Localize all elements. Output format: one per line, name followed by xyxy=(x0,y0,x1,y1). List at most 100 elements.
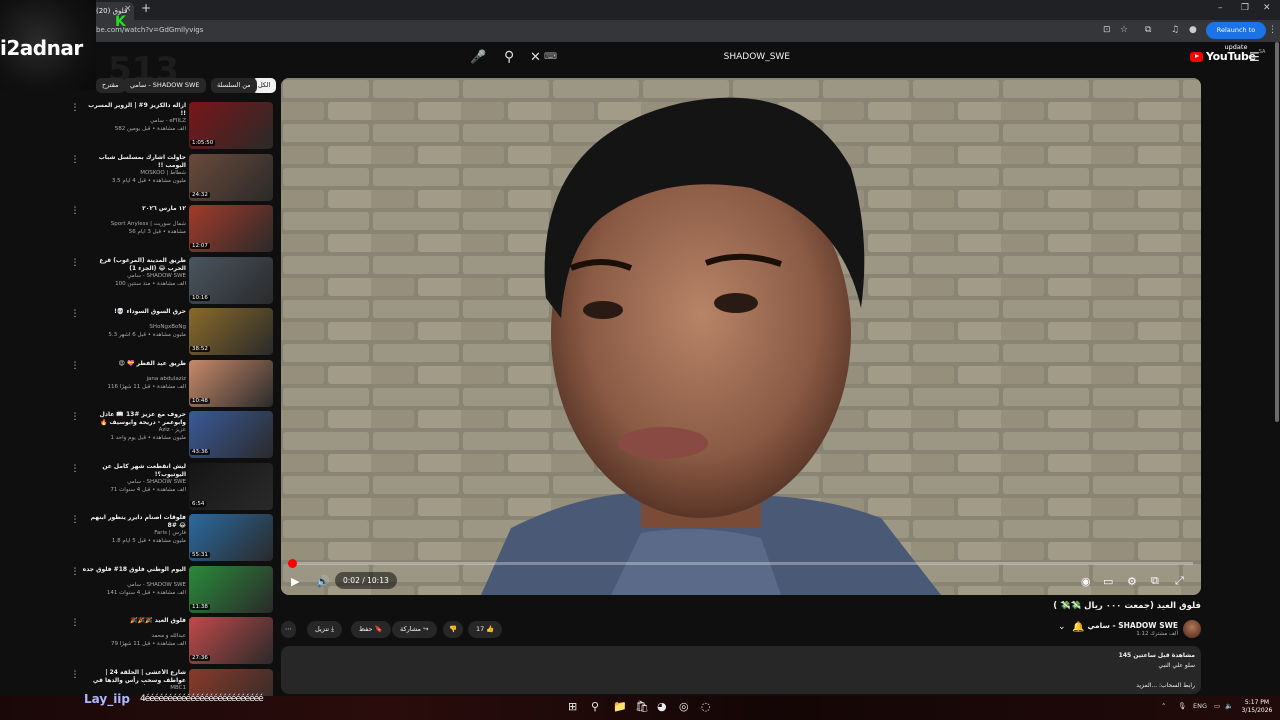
recommendation-item[interactable]: ⋮ طريق عيد الفطر 💝 😍 jana abdulaziz 116 ألف… xyxy=(68,359,274,410)
video-player[interactable]: ▶ 🔊 0:02 / 10:13 ◉ ▭ ⚙ ⧉ ⤢ xyxy=(281,78,1201,595)
file-explorer-icon[interactable]: 📁 xyxy=(613,700,627,713)
recommendation-title[interactable]: حروف مع عزيز #13 📖 عادل وابوعمر - دريحة … xyxy=(82,411,186,427)
recommendation-channel[interactable]: عبدالله و محمد xyxy=(82,633,186,639)
share-button[interactable]: مشاركة ↪ xyxy=(392,621,437,638)
progress-handle[interactable] xyxy=(288,559,297,568)
more-vertical-icon[interactable]: ⋮ xyxy=(68,618,82,628)
settings-gear-icon[interactable]: ⚙ xyxy=(1127,575,1137,588)
more-vertical-icon[interactable]: ⋮ xyxy=(68,309,82,319)
recommendation-channel[interactable]: سامي - SHADOW SWE xyxy=(82,273,186,279)
recommendation-item[interactable]: ⋮ حاولت اشارك بمسلسل شباب البومب !! MOSKOO… xyxy=(68,153,274,204)
discord-icon[interactable]: ◕ xyxy=(657,700,667,713)
more-vertical-icon[interactable]: ⋮ xyxy=(68,670,82,680)
url-field[interactable]: be.com/watch?v=GdGmllyvigs xyxy=(96,26,203,34)
autoplay-toggle-icon[interactable]: ◉ xyxy=(1081,575,1091,588)
subtitles-icon[interactable]: ▭ xyxy=(1103,575,1113,588)
description-more[interactable]: رابط السحاب: ...المزيد xyxy=(1136,682,1195,689)
maximize-icon[interactable]: ❐ xyxy=(1241,3,1249,13)
more-vertical-icon[interactable]: ⋮ xyxy=(68,103,82,113)
recommendation-title[interactable]: ليش انقطعت شهر كامل عن اليوتيوب؟! xyxy=(82,463,186,479)
recommendation-title[interactable]: ١٢ مارس ٢٠٢٦ xyxy=(82,205,186,213)
search-icon[interactable]: ⚲ xyxy=(504,49,514,65)
page-scrollbar[interactable] xyxy=(1274,42,1280,694)
more-vertical-icon[interactable]: ⋮ xyxy=(68,361,82,371)
recommendation-channel[interactable]: jana abdulaziz xyxy=(82,376,186,382)
recommendation-title[interactable]: حرق السوق السوداء 💀! xyxy=(82,308,186,316)
taskbar-search-icon[interactable]: ⚲ xyxy=(591,700,599,713)
more-vertical-icon[interactable]: ⋮ xyxy=(68,567,82,577)
more-vertical-icon[interactable]: ⋮ xyxy=(68,206,82,216)
recommendation-channel[interactable]: Aziz - عزيز xyxy=(82,427,186,433)
extensions-icon[interactable]: ⧉ xyxy=(1145,25,1151,35)
profile-icon[interactable]: ● xyxy=(1189,25,1197,35)
search-input[interactable] xyxy=(560,49,790,65)
recommendation-title[interactable]: اليوم الوطني فلوق 18# فلوق جده xyxy=(82,566,186,574)
obs-icon[interactable]: ◌ xyxy=(701,700,711,713)
recommendation-title[interactable]: فلوق العيد 🎉🎉🎉 xyxy=(82,617,186,625)
recommendation-item[interactable]: ⋮ فلوقات اصنام دايرر يتطور ابنهم 😂 #8 Fari… xyxy=(68,514,274,564)
recommendation-item[interactable]: ⋮ ١٢ مارس ٢٠٢٦ Sport Anyless | شمال سوريت 5… xyxy=(68,205,274,255)
like-button[interactable]: 17 👍 xyxy=(468,621,503,638)
recommendation-channel[interactable]: SHoNgxBoNg xyxy=(82,324,186,330)
recommendation-title[interactable]: فلوقات اصنام دايرر يتطور ابنهم 😂 #8 xyxy=(82,514,186,530)
keyboard-icon[interactable]: ⌨ xyxy=(544,52,557,62)
recommendation-item[interactable]: ⋮ ليش انقطعت شهر كامل عن اليوتيوب؟! سامي -… xyxy=(68,462,274,513)
store-icon[interactable]: 🛍 xyxy=(635,700,649,713)
browser-menu-icon[interactable]: ⋮ xyxy=(1268,25,1277,35)
display-tray-icon[interactable]: ▭ xyxy=(1214,702,1220,710)
recommendation-title[interactable]: ازاله دالكزيز 9# | الزوير المسرب !! xyxy=(82,102,186,118)
recommendation-channel[interactable]: MOSKOO | شطاط xyxy=(82,170,186,176)
recommendation-title[interactable]: حاولت اشارك بمسلسل شباب البومب !! xyxy=(82,154,186,170)
recommendation-item[interactable]: ⋮ اليوم الوطني فلوق 18# فلوق جده سامي - SH… xyxy=(68,565,274,616)
download-button[interactable]: تنزيل ⤓ xyxy=(307,621,343,638)
chevron-down-icon[interactable]: ⌄ xyxy=(1058,622,1066,632)
voice-search-icon[interactable]: 🎤 xyxy=(470,50,486,65)
language-indicator[interactable]: ENG xyxy=(1193,702,1207,710)
relaunch-button[interactable]: Relaunch to update xyxy=(1206,22,1266,51)
channel-avatar[interactable] xyxy=(1183,620,1201,638)
new-tab-icon[interactable]: + xyxy=(141,1,151,15)
recommendation-channel[interactable]: سامي - eFIILZ xyxy=(82,118,186,124)
bookmark-star-icon[interactable]: ☆ xyxy=(1120,25,1128,35)
menu-icon[interactable]: ☰ xyxy=(1249,50,1260,64)
progress-bar[interactable] xyxy=(288,559,1193,568)
recommendation-title[interactable]: شارع الأعشى | الحلقة 24 | عواطف وسحب رأس… xyxy=(82,669,186,685)
dislike-button[interactable]: 👎 xyxy=(443,621,464,638)
more-vertical-icon[interactable]: ⋮ xyxy=(68,515,82,525)
fullscreen-icon[interactable]: ⤢ xyxy=(1175,574,1184,588)
install-icon[interactable]: ⊡ xyxy=(1103,25,1111,35)
recommendation-item[interactable]: ⋮ ازاله دالكزيز 9# | الزوير المسرب !! سامي… xyxy=(68,102,274,152)
miniplayer-icon[interactable]: ⧉ xyxy=(1151,574,1159,588)
recommendation-item[interactable]: ⋮ فلوق العيد 🎉🎉🎉 عبدالله و محمد 79 ألف مشاه… xyxy=(68,617,274,667)
recommendation-channel[interactable]: سامي - SHADOW SWE xyxy=(82,582,186,588)
tray-chevron-icon[interactable]: ⌃ xyxy=(1161,702,1166,710)
recommendation-item[interactable]: ⋮ حرق السوق السوداء 💀! SHoNgxBoNg 5.3 مليون… xyxy=(68,308,274,358)
save-button[interactable]: حفظ 🔖 xyxy=(351,621,391,638)
recommendation-channel[interactable]: سامي - SHADOW SWE xyxy=(82,479,186,485)
media-icon[interactable]: ♫ xyxy=(1171,25,1179,35)
recommendation-title[interactable]: طريق المدينة (المرغوب) قرع الحرب 😂 (الجز… xyxy=(82,257,186,273)
recommendation-title[interactable]: طريق عيد الفطر 💝 😍 xyxy=(82,360,186,368)
recommendation-item[interactable]: ⋮ طريق المدينة (المرغوب) قرع الحرب 😂 (الج… xyxy=(68,256,274,307)
tab-close-icon[interactable]: × xyxy=(124,4,132,14)
chip-suggested[interactable]: مقترح xyxy=(96,78,125,93)
taskbar-clock[interactable]: 5:17 PM 3/15/2026 xyxy=(1240,699,1274,715)
recommendation-item[interactable]: ⋮ حروف مع عزيز #13 📖 عادل وابوعمر - دريحة… xyxy=(68,411,274,461)
recommendation-channel[interactable]: Faris | فارس xyxy=(82,530,186,536)
more-vertical-icon[interactable]: ⋮ xyxy=(68,155,82,165)
microphone-tray-icon[interactable]: 🎙 xyxy=(1178,702,1186,710)
windows-start-icon[interactable]: ⊞ xyxy=(568,700,577,713)
scrollbar-thumb[interactable] xyxy=(1275,42,1279,422)
more-vertical-icon[interactable]: ⋮ xyxy=(68,412,82,422)
play-icon[interactable]: ▶ xyxy=(291,575,299,588)
chip-series[interactable]: من السلسلة xyxy=(211,78,257,93)
clear-search-icon[interactable]: ✕ xyxy=(530,50,541,65)
recommendation-channel[interactable]: Sport Anyless | شمال سوريت xyxy=(82,221,186,227)
description-box[interactable]: 145 مشاهدة قبل ساعتين سلو علي النبي رابط… xyxy=(281,646,1201,694)
chip-channel[interactable]: سامي - SHADOW SWE xyxy=(124,78,206,93)
speaker-tray-icon[interactable]: 🔈 xyxy=(1225,702,1233,710)
more-vertical-icon[interactable]: ⋮ xyxy=(68,258,82,268)
recommendation-channel[interactable]: MBC1 xyxy=(82,685,186,691)
more-actions-button[interactable]: ⋯ xyxy=(281,621,296,638)
close-window-icon[interactable]: ✕ xyxy=(1263,3,1271,13)
